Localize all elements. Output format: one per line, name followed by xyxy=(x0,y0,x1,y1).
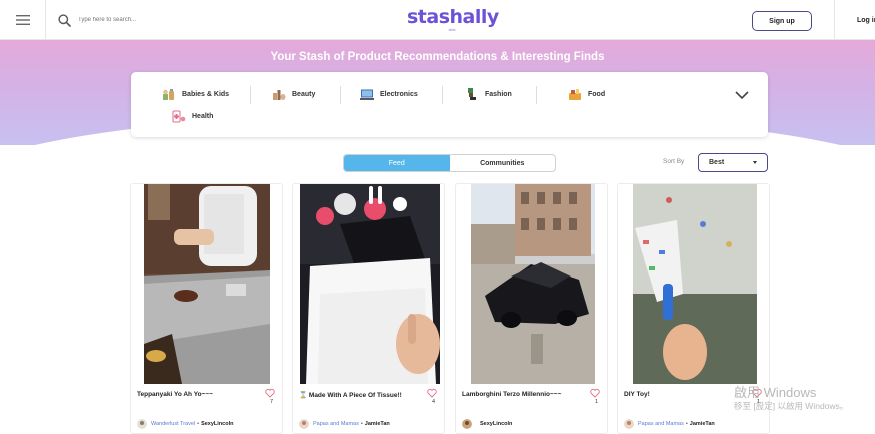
category-health[interactable]: Health xyxy=(172,108,213,124)
category-babies-kids[interactable]: Babies & Kids xyxy=(162,86,229,102)
username[interactable]: SexyLincoln xyxy=(201,421,233,427)
login-button[interactable]: Log in xyxy=(834,0,875,40)
feed-tabs: Feed Communities xyxy=(343,154,556,172)
watermark-line1: 啟用 Windows xyxy=(734,385,817,400)
hero-title: Your Stash of Product Recommendations & … xyxy=(270,51,605,63)
post-card[interactable]: Lamborghini Terzo Millennio~~~ 1 SexyLin… xyxy=(455,183,608,434)
tissue-photo xyxy=(300,184,440,384)
fashion-icon xyxy=(468,87,476,100)
username[interactable]: JamieTan xyxy=(690,421,715,427)
category-label: Food xyxy=(588,90,606,98)
like-count: 7 xyxy=(269,399,273,405)
category-label: Electronics xyxy=(380,90,418,98)
logo-beta: beta xyxy=(448,28,456,32)
food-icon xyxy=(569,88,581,100)
post-card[interactable]: Teppanyaki Yo Ah Yo~~~ 7 Wanderlust Trav… xyxy=(130,183,283,434)
post-meta: Papas and Mamas • JamieTan xyxy=(299,418,390,430)
post-image-lamborghini[interactable] xyxy=(471,184,595,384)
post-card[interactable]: ⌛ Made With A Piece Of Tissue!! 4 Papas … xyxy=(292,183,445,434)
meta-separator: • xyxy=(197,421,200,427)
post-title-text: Made With A Piece Of Tissue!! xyxy=(308,392,402,399)
avatar[interactable] xyxy=(624,419,634,429)
category-electronics[interactable]: Electronics xyxy=(360,86,418,102)
logo[interactable]: stashally beta xyxy=(407,6,499,36)
teppanyaki-photo xyxy=(144,184,270,384)
diy-toy-photo xyxy=(633,184,757,384)
post-title[interactable]: ⌛ Made With A Piece Of Tissue!! xyxy=(299,391,419,399)
like-count: 4 xyxy=(431,399,435,405)
meta-separator: • xyxy=(360,421,363,427)
category-beauty[interactable]: Beauty xyxy=(272,86,315,102)
lamborghini-photo xyxy=(471,184,595,384)
post-meta: SexyLincoln xyxy=(462,418,512,430)
username[interactable]: JamieTan xyxy=(365,421,390,427)
community-link[interactable]: Wanderlust Travel xyxy=(151,421,195,427)
signup-button[interactable]: Sign up xyxy=(752,11,812,31)
heart-icon[interactable] xyxy=(265,388,275,398)
category-label: Babies & Kids xyxy=(182,90,230,98)
beauty-icon xyxy=(273,89,286,100)
search-input[interactable] xyxy=(78,17,228,23)
category-food[interactable]: Food xyxy=(568,86,605,102)
category-label: Fashion xyxy=(485,90,512,98)
avatar[interactable] xyxy=(299,419,309,429)
category-label: Health xyxy=(192,112,214,120)
post-meta: Papas and Mamas • JamieTan xyxy=(624,418,715,430)
category-divider xyxy=(340,86,341,104)
category-panel: Babies & Kids Beauty Electronics Fashion xyxy=(131,72,768,137)
search-icon[interactable] xyxy=(58,13,71,27)
post-meta: Wanderlust Travel • SexyLincoln xyxy=(137,418,233,430)
community-link[interactable]: Papas and Mamas xyxy=(638,421,684,427)
tab-communities[interactable]: Communities xyxy=(450,155,556,171)
laptop-icon xyxy=(360,89,374,100)
category-fashion[interactable]: Fashion xyxy=(465,86,512,102)
heart-icon[interactable] xyxy=(590,388,600,398)
username[interactable]: SexyLincoln xyxy=(480,421,512,427)
caret-down-icon xyxy=(753,161,757,164)
hamburger-icon xyxy=(15,15,30,25)
watermark-line2: 移至 [設定] 以啟用 Windows。 xyxy=(734,401,849,411)
post-title[interactable]: Teppanyaki Yo Ah Yo~~~ xyxy=(137,391,257,398)
heart-icon[interactable] xyxy=(427,388,437,398)
avatar[interactable] xyxy=(137,419,147,429)
sort-by-label: Sort By xyxy=(663,158,685,165)
post-image-tissue[interactable] xyxy=(300,184,440,384)
sort-select[interactable]: Best xyxy=(698,153,768,172)
search-bar xyxy=(58,9,258,31)
like-count: 1 xyxy=(594,399,598,405)
category-divider xyxy=(250,86,251,104)
post-image-diy-toy[interactable] xyxy=(633,184,757,384)
top-bar: stashally beta Sign up Log in xyxy=(0,0,875,40)
baby-items-icon xyxy=(163,88,174,100)
chevron-down-icon[interactable] xyxy=(734,88,750,102)
category-label: Beauty xyxy=(292,90,316,98)
post-title[interactable]: Lamborghini Terzo Millennio~~~ xyxy=(462,391,582,398)
health-icon xyxy=(172,110,186,122)
community-link[interactable]: Papas and Mamas xyxy=(313,421,359,427)
category-divider xyxy=(442,86,443,104)
tissue-emoji-icon: ⌛ xyxy=(299,392,309,399)
logo-text: stashally xyxy=(407,6,499,28)
menu-button[interactable] xyxy=(0,0,46,40)
meta-separator: • xyxy=(685,421,688,427)
sort-selected-value: Best xyxy=(709,159,725,166)
post-image-teppanyaki[interactable] xyxy=(144,184,270,384)
avatar[interactable] xyxy=(462,419,472,429)
tab-feed[interactable]: Feed xyxy=(344,155,450,171)
windows-activation-watermark: 啟用 Windows 移至 [設定] 以啟用 Windows。 xyxy=(734,385,848,412)
post-title[interactable]: DIY Toy! xyxy=(624,391,744,398)
category-divider xyxy=(536,86,537,104)
